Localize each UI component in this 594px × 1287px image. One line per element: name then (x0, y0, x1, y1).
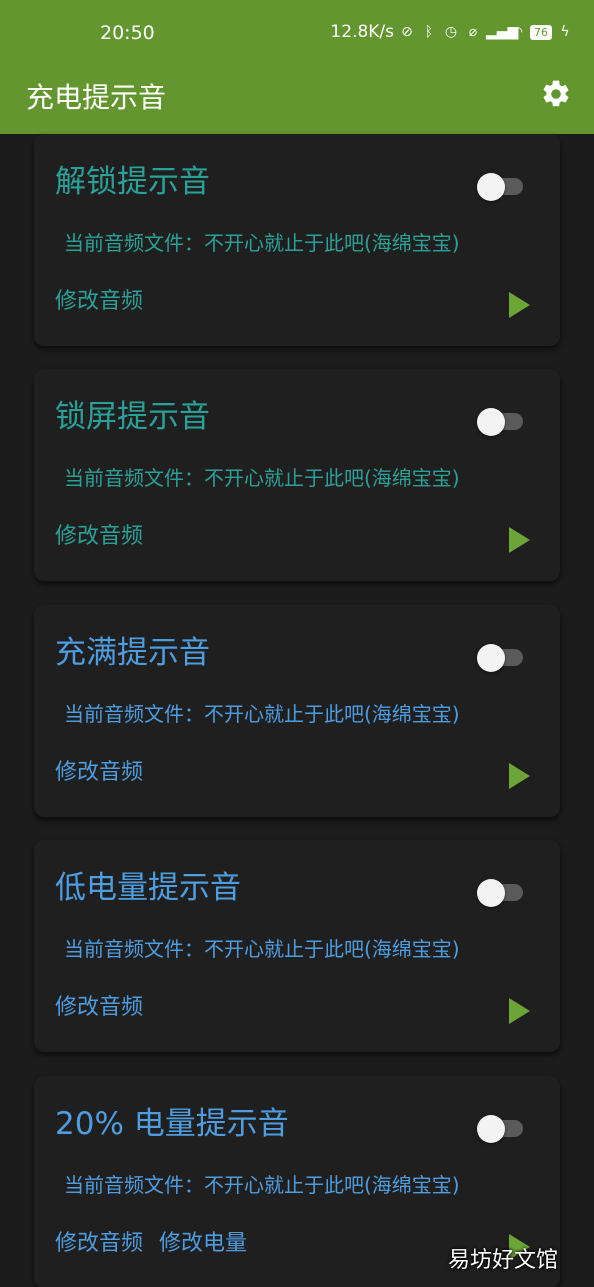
card-unlock-sound: 解锁提示音 当前音频文件：不开心就止于此吧(海绵宝宝) 修改音频 (34, 134, 560, 346)
card-title: 充满提示音 (55, 635, 210, 671)
no-disturb-icon: ⊘ (401, 24, 413, 40)
watermark: 易坊好文馆 (448, 1248, 559, 1273)
play-icon[interactable] (509, 998, 530, 1024)
status-icons: 12.8K/s ⊘ ᛒ ◷ ⌀ ▂▄▆ ◠ 76 ϟ (330, 22, 574, 42)
card-actions: 修改音频 (55, 993, 143, 1023)
low-battery-sound-toggle[interactable] (477, 879, 523, 907)
unlock-sound-toggle[interactable] (477, 173, 523, 201)
lock-sound-toggle[interactable] (477, 408, 523, 436)
alarm-icon: ◷ (444, 24, 458, 40)
current-audio-file: 当前音频文件：不开心就止于此吧(海绵宝宝) (64, 702, 460, 726)
card-lock-sound: 锁屏提示音 当前音频文件：不开心就止于此吧(海绵宝宝) 修改音频 (34, 369, 560, 581)
status-bar: 20:50 12.8K/s ⊘ ᛒ ◷ ⌀ ▂▄▆ ◠ 76 ϟ (0, 0, 594, 66)
mute-icon: ⌀ (468, 24, 478, 40)
play-icon[interactable] (509, 292, 530, 318)
change-audio-button[interactable]: 修改音频 (55, 993, 143, 1023)
card-title: 解锁提示音 (55, 164, 210, 200)
card-actions: 修改音频 (55, 758, 143, 788)
charging-icon: ϟ (560, 24, 570, 40)
card-title: 锁屏提示音 (55, 399, 210, 435)
gear-icon[interactable] (540, 78, 572, 110)
wifi-icon: ◠ (510, 24, 524, 40)
card-title: 20% 电量提示音 (55, 1106, 289, 1142)
net-speed: 12.8K/s (330, 22, 394, 42)
change-audio-button[interactable]: 修改音频 (55, 287, 143, 317)
card-actions: 修改音频 (55, 287, 143, 317)
current-audio-file: 当前音频文件：不开心就止于此吧(海绵宝宝) (64, 466, 460, 490)
change-audio-button[interactable]: 修改音频 (55, 758, 143, 788)
app-title: 充电提示音 (26, 81, 167, 114)
play-icon[interactable] (509, 527, 530, 553)
battery-icon: 76 (530, 24, 552, 40)
current-audio-file: 当前音频文件：不开心就止于此吧(海绵宝宝) (64, 231, 460, 255)
card-actions: 修改音频 (55, 522, 143, 552)
status-time: 20:50 (100, 22, 155, 44)
app-bar: 充电提示音 (0, 66, 594, 134)
change-audio-button[interactable]: 修改音频 (55, 522, 143, 552)
20-percent-sound-toggle[interactable] (477, 1115, 523, 1143)
bluetooth-icon: ᛒ (424, 24, 434, 40)
card-title: 低电量提示音 (55, 870, 241, 906)
card-actions: 修改音频 修改电量 (55, 1229, 247, 1259)
card-full-charge-sound: 充满提示音 当前音频文件：不开心就止于此吧(海绵宝宝) 修改音频 (34, 605, 560, 817)
change-level-button[interactable]: 修改电量 (159, 1229, 247, 1259)
full-charge-sound-toggle[interactable] (477, 644, 523, 672)
signal-icon: ▂▄▆ (486, 24, 519, 40)
card-low-battery-sound: 低电量提示音 当前音频文件：不开心就止于此吧(海绵宝宝) 修改音频 (34, 840, 560, 1052)
change-audio-button[interactable]: 修改音频 (55, 1229, 143, 1259)
current-audio-file: 当前音频文件：不开心就止于此吧(海绵宝宝) (64, 1173, 460, 1197)
current-audio-file: 当前音频文件：不开心就止于此吧(海绵宝宝) (64, 937, 460, 961)
play-icon[interactable] (509, 763, 530, 789)
